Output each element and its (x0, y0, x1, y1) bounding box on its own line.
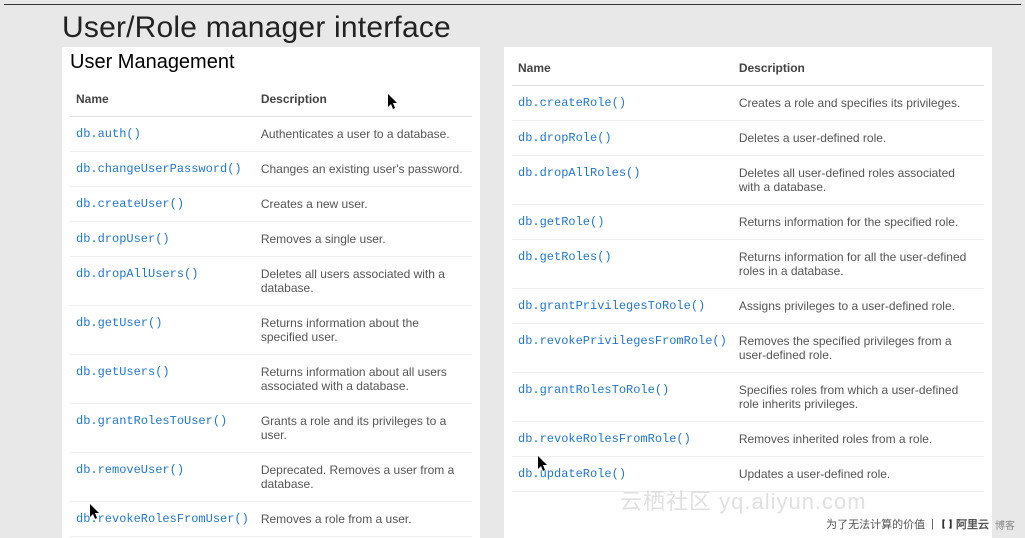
method-link[interactable]: db.createRole() (512, 86, 733, 121)
method-description: Removes the specified privileges from a … (733, 324, 984, 373)
user-management-heading: User Management (70, 51, 472, 74)
method-description: Creates a role and specifies its privile… (733, 86, 984, 121)
method-description: Specifies roles from which a user-define… (733, 373, 984, 422)
table-row: db.auth()Authenticates a user to a datab… (70, 117, 472, 152)
method-link[interactable]: db.getRoles() (512, 240, 733, 289)
user-methods-table: Name Description db.auth()Authenticates … (70, 82, 472, 538)
table-row: db.getUsers()Returns information about a… (70, 355, 472, 404)
method-link[interactable]: db.dropUser() (70, 222, 255, 257)
table-row: db.getUser()Returns information about th… (70, 306, 472, 355)
user-management-panel: User Management Name Description db.auth… (62, 47, 480, 538)
method-description: Returns information about the specified … (255, 306, 472, 355)
footer-blogtag: 博客 (995, 517, 1015, 532)
col-name: Name (70, 82, 255, 117)
aliyun-logo: 阿里云 (940, 516, 989, 532)
method-link[interactable]: db.revokePrivilegesFromRole() (512, 324, 733, 373)
method-link[interactable]: db.grantPrivilegesToRole() (512, 289, 733, 324)
table-row: db.createUser()Creates a new user. (70, 187, 472, 222)
table-row: db.dropAllRoles()Deletes all user-define… (512, 156, 984, 205)
method-link[interactable]: db.getRole() (512, 205, 733, 240)
method-description: Returns information for all the user-def… (733, 240, 984, 289)
table-row: db.revokeRolesFromRole()Removes inherite… (512, 422, 984, 457)
footer-slogan: 为了无法计算的价值 (826, 516, 925, 532)
table-row: db.dropRole()Deletes a user-defined role… (512, 121, 984, 156)
page-title: User/Role manager interface (62, 11, 1021, 45)
role-management-panel: Name Description db.createRole()Creates … (504, 47, 992, 538)
method-link[interactable]: db.getUser() (70, 306, 255, 355)
method-description: Changes an existing user's password. (255, 152, 472, 187)
method-link[interactable]: db.revokeRolesFromUser() (70, 502, 255, 537)
method-description: Returns information for the specified ro… (733, 205, 984, 240)
table-row: db.dropAllUsers()Deletes all users assoc… (70, 257, 472, 306)
table-row: db.revokeRolesFromUser()Removes a role f… (70, 502, 472, 537)
footer-divider: | (931, 518, 934, 530)
role-methods-table: Name Description db.createRole()Creates … (512, 51, 984, 492)
method-link[interactable]: db.createUser() (70, 187, 255, 222)
method-link[interactable]: db.dropAllUsers() (70, 257, 255, 306)
method-description: Creates a new user. (255, 187, 472, 222)
method-description: Authenticates a user to a database. (255, 117, 472, 152)
col-desc: Description (255, 82, 472, 117)
method-description: Removes a single user. (255, 222, 472, 257)
table-row: db.revokePrivilegesFromRole()Removes the… (512, 324, 984, 373)
method-link[interactable]: db.auth() (70, 117, 255, 152)
table-row: db.getRole()Returns information for the … (512, 205, 984, 240)
table-row: db.createRole()Creates a role and specif… (512, 86, 984, 121)
col-name: Name (512, 51, 733, 86)
method-description: Removes a role from a user. (255, 502, 472, 537)
method-link[interactable]: db.dropRole() (512, 121, 733, 156)
table-row: db.grantPrivilegesToRole()Assigns privil… (512, 289, 984, 324)
top-horizontal-rule (4, 4, 1021, 5)
method-description: Deprecated. Removes a user from a databa… (255, 453, 472, 502)
method-description: Updates a user-defined role. (733, 457, 984, 492)
table-row: db.dropUser()Removes a single user. (70, 222, 472, 257)
table-row: db.updateRole()Updates a user-defined ro… (512, 457, 984, 492)
footer-right: 为了无法计算的价值 | 阿里云 博客 (826, 516, 1015, 532)
table-row: db.grantRolesToUser()Grants a role and i… (70, 404, 472, 453)
method-description: Deletes all users associated with a data… (255, 257, 472, 306)
method-link[interactable]: db.revokeRolesFromRole() (512, 422, 733, 457)
method-link[interactable]: db.removeUser() (70, 453, 255, 502)
method-description: Grants a role and its privileges to a us… (255, 404, 472, 453)
method-link[interactable]: db.updateRole() (512, 457, 733, 492)
col-desc: Description (733, 51, 984, 86)
method-link[interactable]: db.dropAllRoles() (512, 156, 733, 205)
method-description: Returns information about all users asso… (255, 355, 472, 404)
method-link[interactable]: db.grantRolesToRole() (512, 373, 733, 422)
table-row: db.changeUserPassword()Changes an existi… (70, 152, 472, 187)
method-description: Deletes all user-defined roles associate… (733, 156, 984, 205)
footer-brand: 阿里云 (956, 516, 989, 532)
method-link[interactable]: db.getUsers() (70, 355, 255, 404)
method-description: Assigns privileges to a user-defined rol… (733, 289, 984, 324)
method-link[interactable]: db.changeUserPassword() (70, 152, 255, 187)
method-description: Deletes a user-defined role. (733, 121, 984, 156)
table-row: db.removeUser()Deprecated. Removes a use… (70, 453, 472, 502)
table-row: db.grantRolesToRole()Specifies roles fro… (512, 373, 984, 422)
table-row: db.getRoles()Returns information for all… (512, 240, 984, 289)
bracket-icon (940, 517, 954, 531)
method-description: Removes inherited roles from a role. (733, 422, 984, 457)
method-link[interactable]: db.grantRolesToUser() (70, 404, 255, 453)
